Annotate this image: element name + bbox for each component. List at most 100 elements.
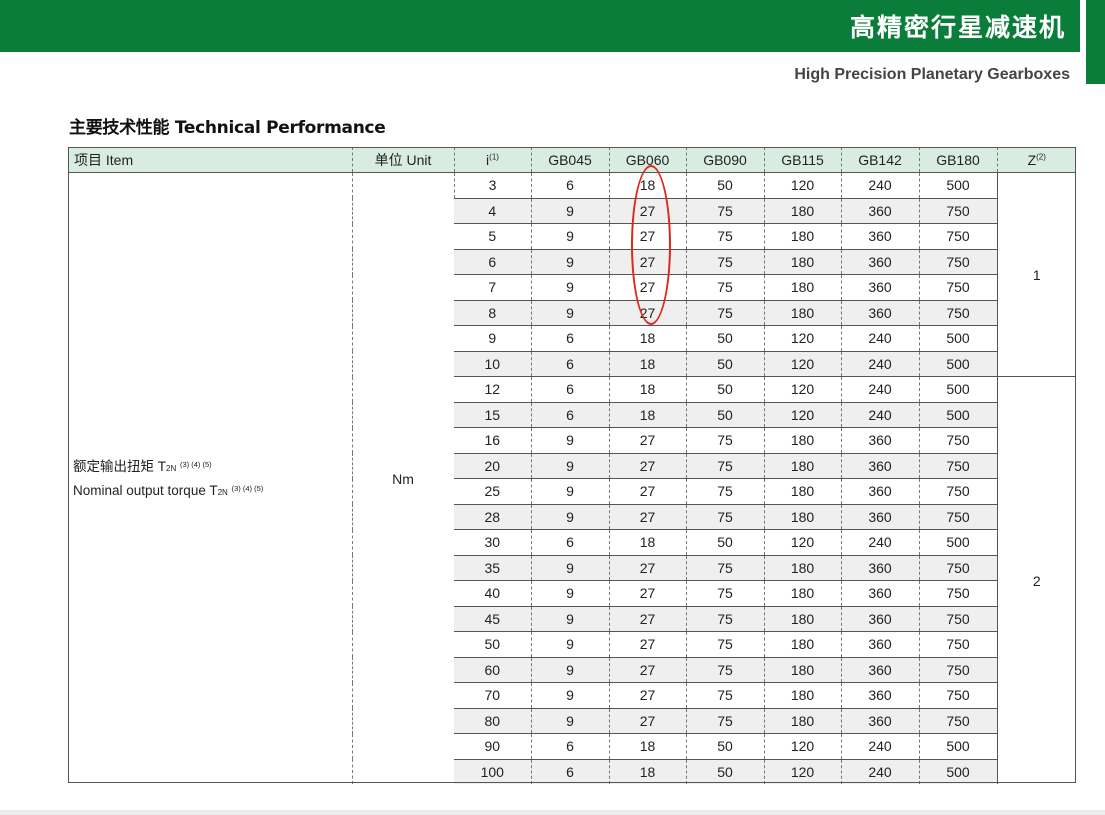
torque-cell-gb180: 750 [918, 478, 997, 504]
torque-cell-gb060: 27 [608, 197, 686, 224]
torque-cell-gb090: 75 [685, 299, 764, 326]
torque-cell-gb045: 9 [530, 427, 609, 453]
performance-table: 项目 Item 单位 Unit i(1) GB045 GB060 GB090 G… [68, 147, 1076, 784]
torque-cell-gb045: 9 [530, 478, 609, 504]
torque-cell-gb142: 360 [840, 452, 919, 479]
torque-cell-gb115: 120 [763, 350, 841, 377]
torque-cell-gb115: 180 [763, 299, 841, 326]
torque-cell-gb045: 9 [530, 605, 609, 632]
stages-cell-2: 2 [996, 376, 1076, 784]
torque-cell-gb142: 360 [840, 554, 919, 581]
torque-cell-gb142: 360 [840, 427, 919, 453]
header-gb142: GB142 [840, 147, 919, 173]
torque-cell-gb090: 75 [685, 707, 764, 734]
torque-cell-gb115: 180 [763, 503, 841, 530]
torque-cell-gb142: 360 [840, 503, 919, 530]
torque-cell-gb115: 120 [763, 733, 841, 759]
torque-cell-gb090: 75 [685, 682, 764, 708]
torque-cell-gb090: 75 [685, 554, 764, 581]
torque-cell-gb115: 120 [763, 376, 841, 402]
torque-cell-gb090: 75 [685, 452, 764, 479]
torque-cell-gb060: 18 [608, 172, 686, 198]
header-gb090: GB090 [685, 147, 764, 173]
torque-cell-gb142: 360 [840, 223, 919, 249]
torque-cell-gb142: 360 [840, 274, 919, 300]
item-en-text: Nominal output torque T [73, 482, 218, 498]
torque-cell-gb090: 50 [685, 376, 764, 402]
unit-cell: Nm [351, 172, 454, 784]
torque-cell-gb060: 27 [608, 682, 686, 708]
torque-cell-gb180: 500 [918, 758, 997, 784]
torque-cell-gb142: 360 [840, 478, 919, 504]
torque-cell-gb115: 180 [763, 707, 841, 734]
item-zh-text: 额定输出扭矩 T [73, 458, 166, 474]
torque-cell-gb115: 120 [763, 325, 841, 351]
torque-cell-gb115: 180 [763, 554, 841, 581]
header-gb045: GB045 [530, 147, 609, 173]
torque-cell-gb045: 6 [530, 172, 609, 198]
ratio-cell: 12 [454, 376, 531, 402]
torque-cell-gb180: 500 [918, 325, 997, 351]
ratio-cell: 35 [454, 554, 531, 581]
ratio-cell: 70 [454, 682, 531, 708]
torque-cell-gb060: 18 [608, 325, 686, 351]
torque-cell-gb045: 6 [530, 350, 609, 377]
torque-cell-gb180: 750 [918, 605, 997, 632]
torque-cell-gb060: 27 [608, 274, 686, 300]
torque-cell-gb045: 9 [530, 707, 609, 734]
header-gb115: GB115 [763, 147, 841, 173]
torque-cell-gb180: 500 [918, 401, 997, 428]
torque-cell-gb180: 500 [918, 733, 997, 759]
torque-cell-gb060: 27 [608, 503, 686, 530]
stages-cell-1: 1 [996, 172, 1076, 377]
ratio-cell: 6 [454, 248, 531, 275]
ratio-cell: 90 [454, 733, 531, 759]
torque-cell-gb090: 75 [685, 503, 764, 530]
torque-cell-gb090: 50 [685, 172, 764, 198]
torque-cell-gb180: 750 [918, 554, 997, 581]
torque-cell-gb045: 9 [530, 631, 609, 657]
ratio-cell: 40 [454, 580, 531, 606]
torque-cell-gb180: 500 [918, 350, 997, 377]
torque-cell-gb142: 240 [840, 529, 919, 555]
torque-cell-gb090: 50 [685, 733, 764, 759]
ratio-cell: 4 [454, 197, 531, 224]
header-ratio-note: (1) [489, 151, 499, 161]
ratio-cell: 9 [454, 325, 531, 351]
torque-cell-gb090: 75 [685, 427, 764, 453]
torque-cell-gb142: 360 [840, 299, 919, 326]
ratio-cell: 100 [454, 758, 531, 784]
item-label-zh: 额定输出扭矩 T2N (3) (4) (5) [73, 455, 352, 479]
ratio-cell: 7 [454, 274, 531, 300]
torque-cell-gb142: 360 [840, 682, 919, 708]
header-ratio: i(1) [453, 147, 531, 173]
torque-cell-gb115: 180 [763, 605, 841, 632]
ratio-cell: 30 [454, 529, 531, 555]
torque-cell-gb045: 9 [530, 452, 609, 479]
torque-cell-gb115: 180 [763, 631, 841, 657]
torque-cell-gb045: 9 [530, 554, 609, 581]
ratio-cell: 28 [454, 503, 531, 530]
torque-cell-gb115: 180 [763, 682, 841, 708]
torque-cell-gb142: 240 [840, 376, 919, 402]
torque-cell-gb115: 180 [763, 223, 841, 249]
torque-cell-gb115: 120 [763, 401, 841, 428]
header-gb180: GB180 [918, 147, 997, 173]
torque-cell-gb090: 75 [685, 631, 764, 657]
torque-cell-gb142: 360 [840, 580, 919, 606]
ratio-cell: 16 [454, 427, 531, 453]
item-cell: 额定输出扭矩 T2N (3) (4) (5) Nominal output tor… [68, 172, 352, 784]
table-header-row: 项目 Item 单位 Unit i(1) GB045 GB060 GB090 G… [68, 147, 1076, 173]
torque-cell-gb090: 75 [685, 656, 764, 683]
torque-cell-gb115: 180 [763, 478, 841, 504]
torque-cell-gb180: 750 [918, 427, 997, 453]
item-zh-subscript: 2N [166, 463, 177, 473]
torque-cell-gb045: 6 [530, 733, 609, 759]
torque-cell-gb180: 750 [918, 299, 997, 326]
torque-cell-gb115: 180 [763, 274, 841, 300]
torque-cell-gb142: 240 [840, 401, 919, 428]
footer-divider [0, 810, 1105, 815]
torque-cell-gb180: 500 [918, 376, 997, 402]
banner-side-accent [1086, 0, 1105, 84]
torque-cell-gb060: 18 [608, 350, 686, 377]
